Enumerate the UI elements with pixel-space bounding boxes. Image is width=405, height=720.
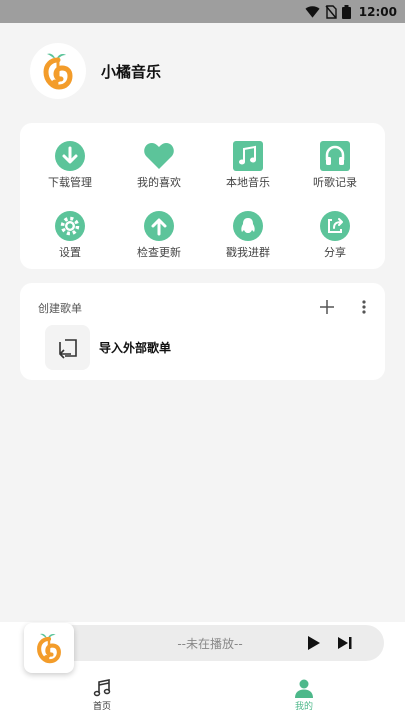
- join-group-label: 戳我进群: [226, 246, 270, 259]
- orange-note-logo-icon: [37, 633, 61, 664]
- now-playing-text: --未在播放--: [177, 637, 243, 651]
- music-note-icon: [232, 140, 264, 172]
- battery-icon: [341, 4, 351, 19]
- listening-history-button[interactable]: 听歌记录: [295, 140, 375, 190]
- import-icon: [45, 325, 90, 370]
- headphones-icon: [319, 140, 351, 172]
- check-update-button[interactable]: 检查更新: [119, 210, 199, 260]
- share-icon: [319, 210, 351, 242]
- listening-history-label: 听歌记录: [313, 176, 357, 189]
- heart-icon: [143, 140, 175, 172]
- status-time: 12:00: [358, 4, 397, 19]
- tab-home-label: 首页: [92, 702, 111, 712]
- settings-button[interactable]: 设置: [30, 210, 110, 260]
- app-name: 小橘音乐: [101, 62, 162, 81]
- download-manager-button[interactable]: 下载管理: [30, 140, 110, 190]
- no-sim-icon: [325, 4, 337, 19]
- local-music-label: 本地音乐: [226, 176, 270, 189]
- local-music-button[interactable]: 本地音乐: [208, 140, 288, 190]
- function-grid: 下载管理 我的喜欢 本地音乐 听歌记录 设置 检查更新 戳我进群 分享: [20, 123, 385, 269]
- music-note-icon: [93, 679, 111, 697]
- playlist-section: 创建歌单 导入外部歌单: [20, 283, 385, 380]
- user-icon: [295, 679, 313, 698]
- create-playlist-title: 创建歌单: [38, 302, 82, 315]
- gear-icon: [54, 210, 86, 242]
- more-options-button[interactable]: [356, 296, 372, 318]
- share-button[interactable]: 分享: [295, 210, 375, 260]
- skip-next-icon: [338, 637, 352, 649]
- more-vertical-icon: [362, 300, 366, 314]
- download-manager-label: 下载管理: [48, 176, 92, 189]
- share-label: 分享: [324, 246, 346, 259]
- arrow-up-icon: [143, 210, 175, 242]
- my-favorites-button[interactable]: 我的喜欢: [119, 140, 199, 190]
- album-cover[interactable]: [24, 623, 74, 673]
- tab-mine-label: 我的: [294, 702, 313, 712]
- play-icon: [308, 636, 320, 650]
- my-favorites-label: 我的喜欢: [137, 176, 181, 189]
- profile-header: 小橘音乐: [30, 43, 161, 99]
- join-group-button[interactable]: 戳我进群: [208, 210, 288, 260]
- mini-player[interactable]: --未在播放--: [30, 625, 384, 661]
- qq-penguin-icon: [232, 210, 264, 242]
- download-icon: [54, 140, 86, 172]
- app-logo[interactable]: [30, 43, 86, 99]
- status-icons: 12:00: [305, 3, 397, 20]
- wifi-icon: [305, 6, 320, 18]
- plus-icon: [320, 300, 334, 314]
- check-update-label: 检查更新: [137, 246, 181, 259]
- play-button[interactable]: [304, 633, 324, 653]
- next-button[interactable]: [335, 633, 355, 653]
- import-playlist-row[interactable]: 导入外部歌单: [45, 325, 171, 370]
- status-bar: 12:00: [0, 0, 405, 23]
- tab-home[interactable]: 首页: [72, 678, 132, 712]
- add-playlist-button[interactable]: [316, 296, 338, 318]
- orange-note-logo-icon: [43, 53, 73, 90]
- tab-mine[interactable]: 我的: [274, 678, 334, 712]
- import-playlist-label: 导入外部歌单: [99, 341, 172, 355]
- settings-label: 设置: [59, 246, 81, 259]
